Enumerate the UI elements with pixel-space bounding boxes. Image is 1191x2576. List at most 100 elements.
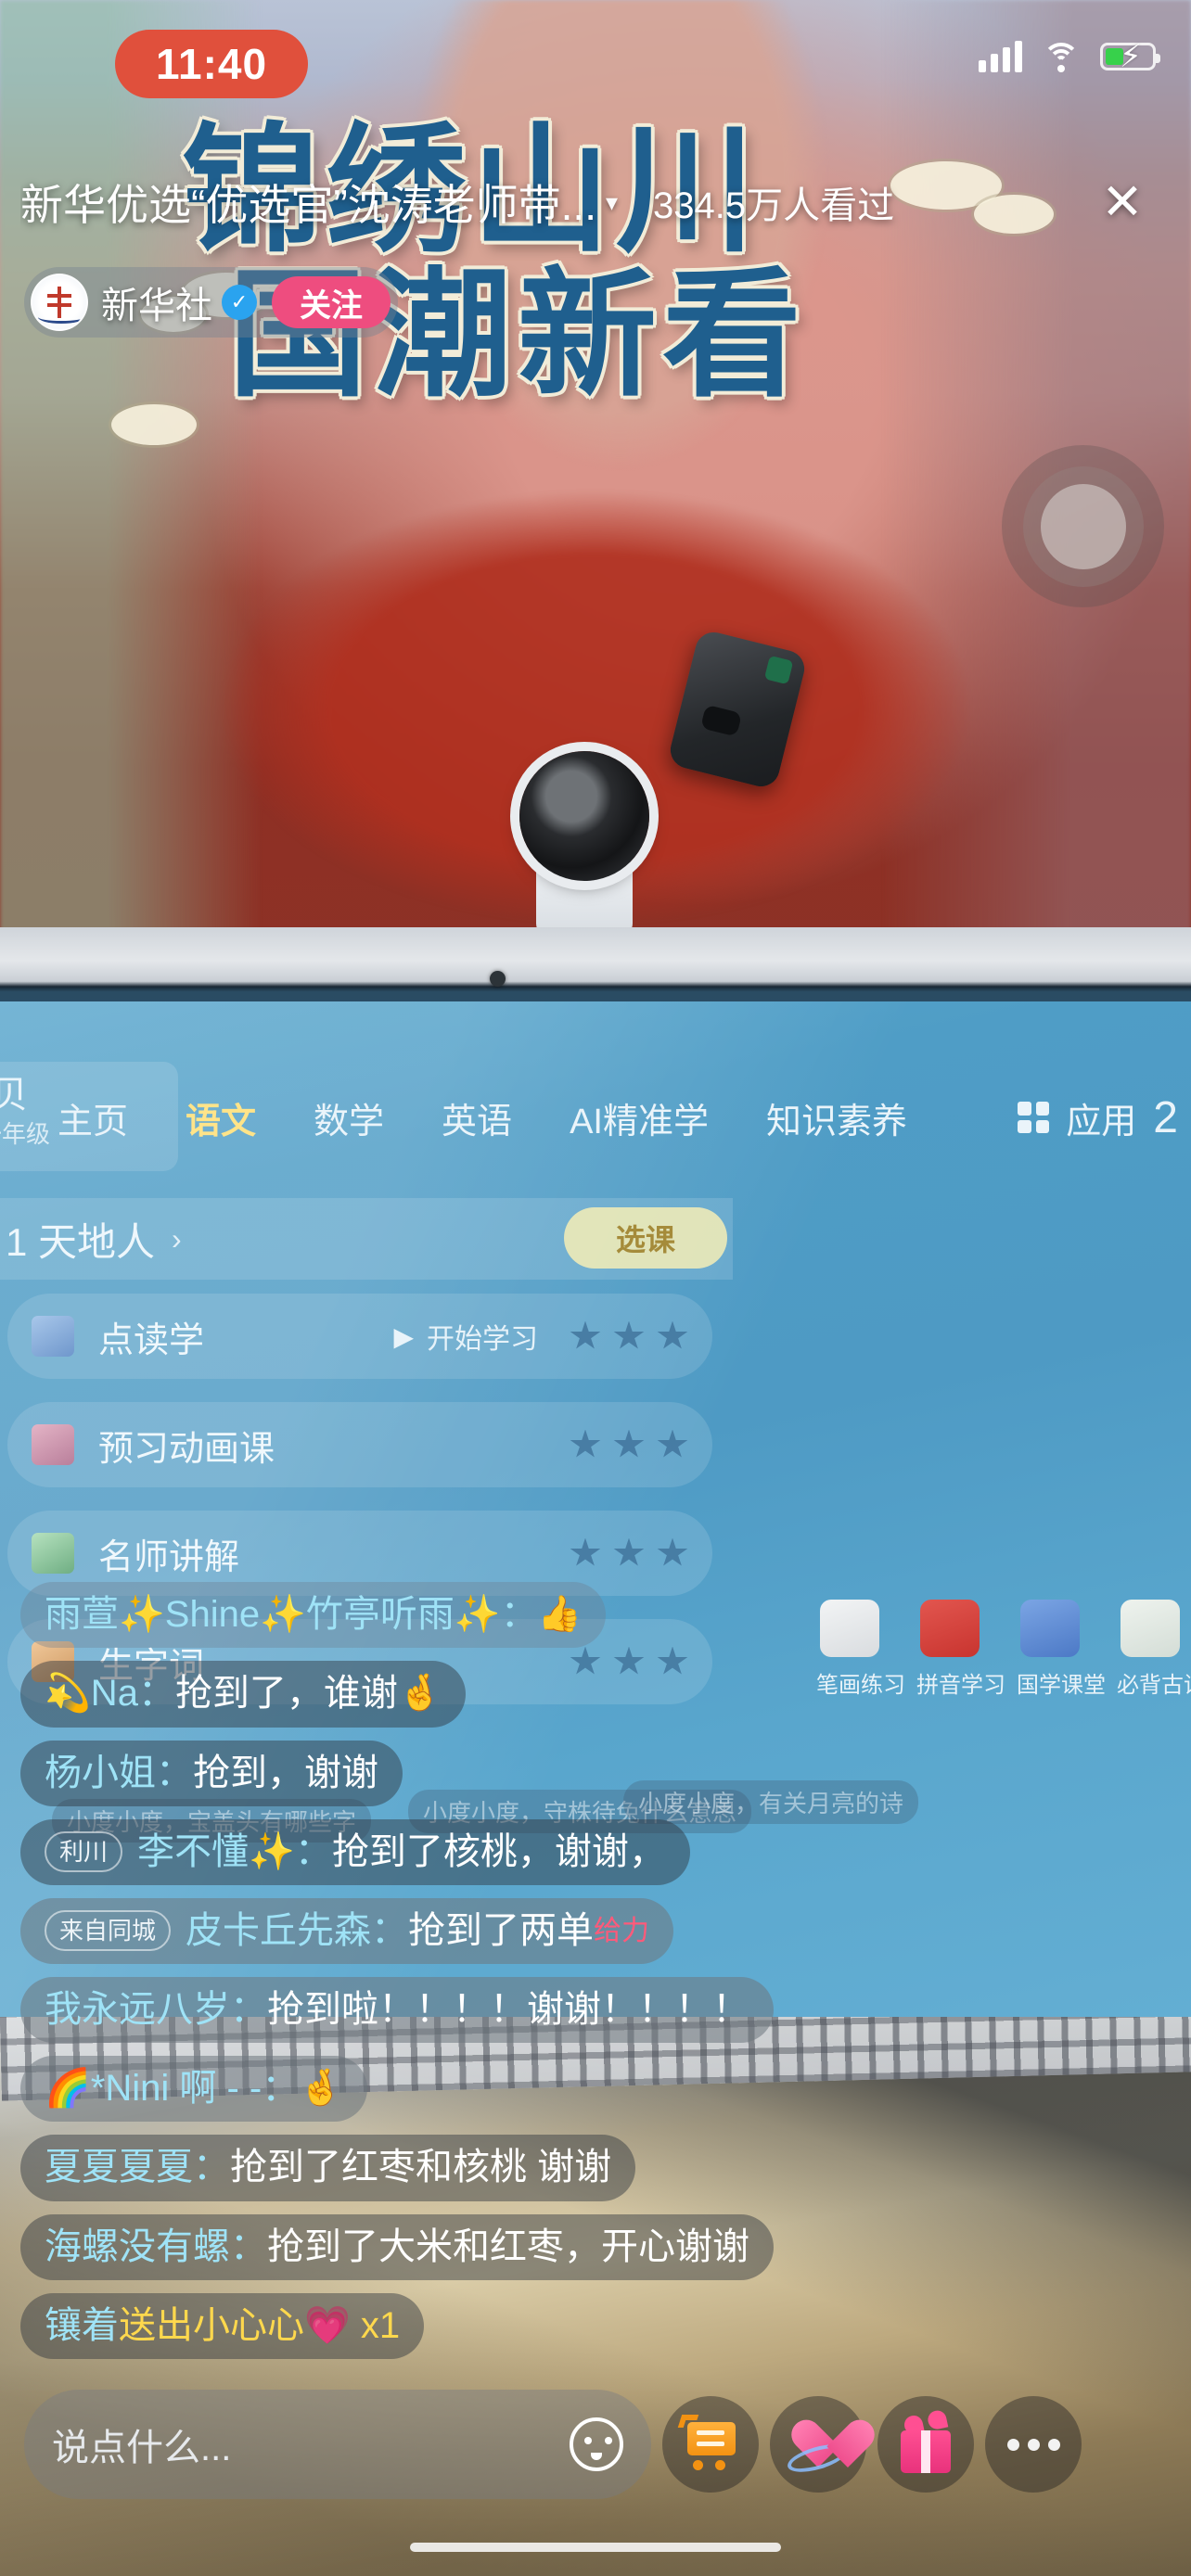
- tablet-tab-home[interactable]: 主页: [58, 1092, 128, 1143]
- tablet-tab-ai-precision[interactable]: AI精准学: [570, 1092, 709, 1143]
- chat-user: 💫Na: [45, 1673, 138, 1715]
- lesson-stars: [570, 1537, 688, 1569]
- close-icon[interactable]: ✕: [1089, 169, 1156, 236]
- chat-emoji: 👍: [537, 1595, 583, 1635]
- lesson-title: 点读学: [98, 1320, 205, 1360]
- chat-message[interactable]: 来自同城 皮卡丘先森 ： 抢到了两单 给力: [20, 1897, 674, 1965]
- lesson-row[interactable]: 点读学 ▶ 开始学习: [7, 1294, 712, 1379]
- book-icon: [32, 1316, 74, 1357]
- chat-message[interactable]: 海螺没有螺 ： 抢到了大米和红枣，开心谢谢: [20, 2213, 774, 2280]
- chat-user: 李不懂✨: [137, 1830, 295, 1872]
- chat-user: 镶着: [45, 2304, 119, 2346]
- chat-separator: ：: [262, 2068, 300, 2110]
- bottom-action-bar: 说点什么...: [0, 2385, 1191, 2504]
- chat-message[interactable]: 夏夏夏夏 ： 抢到了红枣和核桃 谢谢: [20, 2135, 636, 2201]
- chat-hot-tag: 给力: [594, 1915, 650, 1946]
- tablet-tab-english[interactable]: 英语: [442, 1092, 512, 1143]
- chat-text: 抢到了，谁谢: [174, 1673, 398, 1715]
- chat-user: 皮卡丘先森: [186, 1909, 372, 1951]
- live-stream-screen: 课文听读 汉字 诗词赏析 知识巩固 心选 宝贝 学一年级 主页 语文 数学 英语…: [0, 0, 1191, 2576]
- live-header: 新华优选“优选官”沈涛老师带... ▾ 334.5万人看过 ✕: [0, 156, 1191, 249]
- assistive-touch-button[interactable]: [1002, 445, 1164, 607]
- like-button[interactable]: [770, 2396, 866, 2493]
- home-indicator: [410, 2543, 781, 2552]
- tablet-camera-dot: [490, 971, 506, 987]
- status-clock: 11:40: [115, 30, 308, 98]
- chat-separator: ：: [193, 2147, 230, 2188]
- chat-separator: ：: [230, 2225, 267, 2267]
- smiley-icon[interactable]: [570, 2417, 623, 2471]
- gift-box-icon: [901, 2414, 951, 2473]
- chat-user-tag: 利川: [45, 1831, 123, 1873]
- gift-button[interactable]: [877, 2396, 974, 2493]
- tablet-tab-math[interactable]: 数学: [314, 1092, 384, 1143]
- play-icon: ▶: [393, 1321, 414, 1351]
- broadcaster-name: 新华社: [101, 286, 212, 326]
- tablet-nav-bar: 主页 语文 数学 英语 AI精准学 知识素养 应用 2: [0, 1066, 1191, 1168]
- lesson-row[interactable]: 预习动画课: [7, 1402, 712, 1487]
- chat-separator: ：: [230, 1989, 267, 2031]
- viewer-count: 334.5万人看过: [653, 185, 895, 226]
- more-button[interactable]: [985, 2396, 1082, 2493]
- stream-title[interactable]: 新华优选“优选官”沈涛老师带...: [20, 172, 596, 233]
- chat-text: 抢到啦！！！！谢谢！！！！: [267, 1989, 749, 2031]
- chevron-down-icon[interactable]: ▾: [606, 188, 618, 217]
- animation-icon: [32, 1424, 74, 1465]
- tablet-apps-label[interactable]: 应用: [1066, 1092, 1136, 1143]
- chat-user: 夏夏夏夏: [45, 2147, 193, 2188]
- shopping-cart-button[interactable]: [662, 2396, 759, 2493]
- chat-message[interactable]: 雨萱✨Shine✨竹亭听雨✨ ： 👍: [20, 1582, 607, 1649]
- chevron-right-icon: ›: [172, 1221, 182, 1256]
- chat-message[interactable]: 利川 李不懂✨ ： 抢到了核桃，谢谢，: [20, 1818, 690, 1885]
- chat-user: 杨小姐: [45, 1752, 156, 1793]
- chat-separator: ：: [294, 1830, 332, 1872]
- heart-icon: [784, 2417, 851, 2478]
- lesson-action-label: 开始学习: [427, 1324, 538, 1355]
- chat-user: 我永远八岁: [45, 1989, 230, 2031]
- chat-separator: ：: [500, 1594, 538, 1636]
- chat-text: 抢到，谢谢: [193, 1752, 378, 1793]
- webcam-lens: [519, 751, 649, 881]
- chat-user-tag: 来自同城: [45, 1910, 172, 1952]
- tablet-tab-knowledge[interactable]: 知识素养: [766, 1092, 907, 1143]
- blackboard-icon: [32, 1533, 74, 1574]
- chat-message[interactable]: 💫Na ： 抢到了，谁谢 🤞: [20, 1661, 467, 1728]
- apps-grid-icon: [1018, 1102, 1050, 1133]
- broadcaster-chip[interactable]: 新华社 ✓ 关注: [24, 267, 398, 338]
- comment-placeholder: 说点什么...: [52, 2428, 232, 2468]
- tablet-tab-chinese[interactable]: 语文: [186, 1092, 256, 1143]
- chat-separator: ：: [156, 1752, 193, 1793]
- battery-charging-icon: ⚡: [1100, 41, 1160, 72]
- chat-message[interactable]: 我永远八岁 ： 抢到啦！！！！谢谢！！！！: [20, 1977, 774, 2044]
- lesson-stars: [570, 1320, 688, 1352]
- comment-input[interactable]: 说点什么...: [24, 2390, 651, 2499]
- avatar: [31, 274, 88, 331]
- chat-text: 抢到了红枣和核桃 谢谢: [230, 2147, 612, 2188]
- lesson-stars: [570, 1429, 688, 1460]
- chat-user: 🌈*Nini 啊 - -: [45, 2068, 263, 2110]
- chat-user: 海螺没有螺: [45, 2225, 230, 2267]
- chat-separator: ：: [371, 1909, 409, 1951]
- chat-user: 雨萱✨Shine✨竹亭听雨✨: [45, 1594, 501, 1636]
- shopping-cart-icon: [677, 2415, 739, 2470]
- chat-gift-message[interactable]: 镶着 送出小心心💗 x1: [20, 2292, 425, 2359]
- chat-gift-text: 送出小心心💗 x1: [119, 2304, 401, 2346]
- chat-separator: ：: [137, 1673, 175, 1715]
- chat-text: 抢到了两单: [408, 1909, 595, 1951]
- chat-text: 抢到了核桃，谢谢，: [331, 1830, 666, 1872]
- status-bar: 11:40 ⚡: [0, 0, 1191, 121]
- verified-badge-icon: ✓: [222, 285, 257, 320]
- follow-button[interactable]: 关注: [272, 276, 391, 328]
- chat-message-list[interactable]: 雨萱✨Shine✨竹亭听雨✨ ： 👍 💫Na ： 抢到了，谁谢 🤞 杨小姐 ： …: [20, 1582, 1133, 2372]
- chat-emoji: 🤞: [299, 2069, 343, 2109]
- chat-message[interactable]: 🌈*Nini 啊 - - ： 🤞: [20, 2056, 367, 2123]
- cellular-bars-icon: [979, 41, 1022, 72]
- select-course-button[interactable]: 选课: [564, 1207, 727, 1269]
- chat-text: 抢到了大米和红枣，开心谢谢: [267, 2225, 749, 2267]
- status-icons: ⚡: [979, 41, 1160, 72]
- tablet-corner-number: 2: [1153, 1092, 1178, 1142]
- chat-message[interactable]: 杨小姐 ： 抢到，谢谢: [20, 1740, 403, 1806]
- tablet-breadcrumb-label: 1 天地人: [6, 1219, 156, 1264]
- wifi-icon: [1043, 43, 1080, 72]
- chat-emoji: 🤞: [397, 1674, 442, 1714]
